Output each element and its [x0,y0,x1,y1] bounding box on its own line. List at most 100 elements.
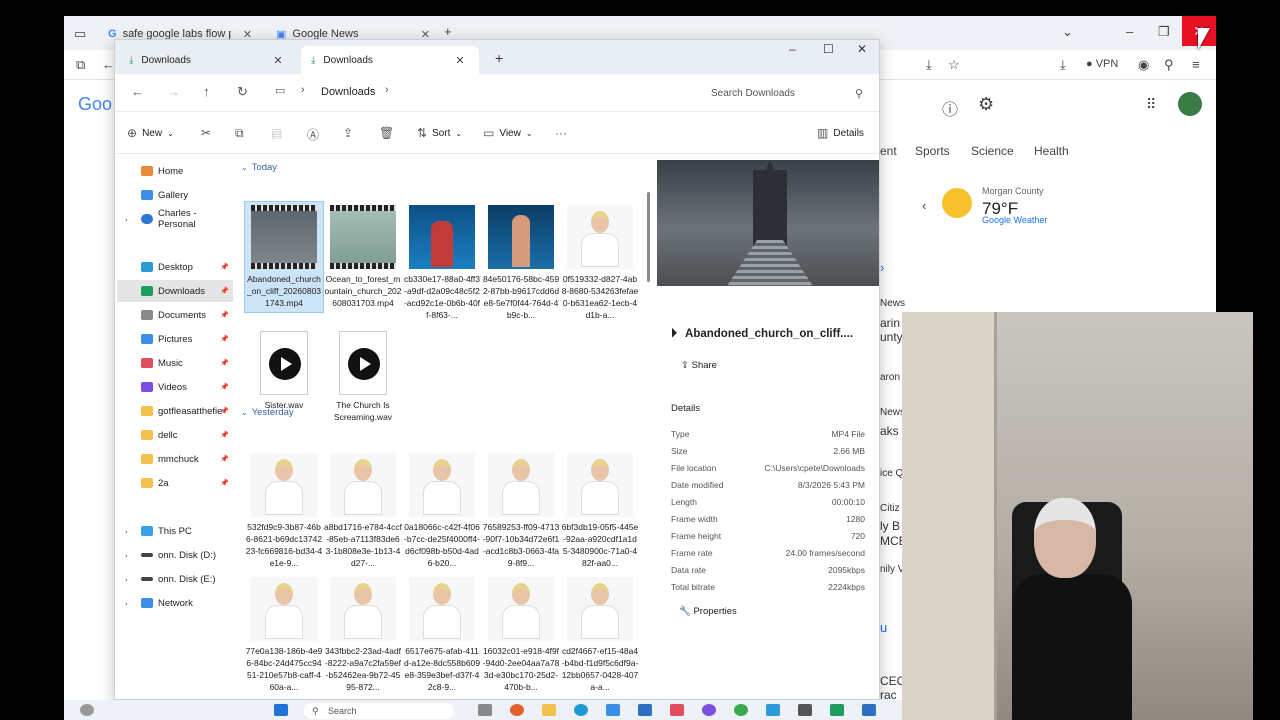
file-item[interactable]: cb330e17-88a0-4ff3-a9df-d2a09c48c5f2-acd… [403,202,481,324]
star-icon[interactable]: ☆ [948,57,960,73]
search-input[interactable]: Search Downloads ⚲ [703,80,871,106]
file-item[interactable]: 0f519332-d827-4ab8-8680-534263fefae0-b63… [561,202,639,324]
chevron-right-icon[interactable]: › [125,215,128,224]
chevron-right-icon[interactable]: › [880,260,884,275]
new-tab-icon[interactable]: + [444,24,452,39]
news-snippet[interactable]: u [880,620,887,635]
new-button[interactable]: ⊕ New ⌄ [127,126,174,140]
explorer-tab-downloads-1[interactable]: ⤓ Downloads ✕ [119,46,297,74]
chevron-right-icon[interactable]: › [385,84,389,96]
extensions-icon[interactable]: ⚲ [1164,57,1174,73]
sidebar-item-desktop[interactable]: Desktop 📌 [117,256,233,278]
file-item[interactable]: 76589253-ff09-4713-90f7-10b34d72e6f1-acd… [482,450,560,572]
sidebar-item-disk-e[interactable]: › onn. Disk (E:) [117,568,233,590]
widgets-icon[interactable] [80,704,94,716]
taskbar-search[interactable]: ⚲ Search [304,703,454,719]
refresh-icon[interactable]: ↻ [237,84,248,100]
forward-icon[interactable]: → [167,84,180,99]
file-item[interactable]: Abandoned_church_on_cliff_202608031743.m… [244,201,324,313]
app-icon[interactable] [830,704,844,716]
sidebar-item-folder[interactable]: dellc 📌 [117,424,233,446]
up-icon[interactable]: ↑ [203,84,210,99]
news-snippet[interactable]: aks [880,424,899,438]
file-item[interactable]: 16032c01-e918-4f9f-94d0-2ee04aa7a783d-e3… [482,574,560,696]
news-snippet[interactable]: unty [880,330,903,344]
news-snippet[interactable]: nily V [880,564,904,575]
calendar-icon[interactable] [670,704,684,716]
news-snippet[interactable]: rac [880,688,897,700]
app-icon[interactable] [798,704,812,716]
new-tab-icon[interactable]: + [495,50,503,66]
paste-button[interactable]: ▤ [271,126,282,140]
chevron-right-icon[interactable]: › [125,599,128,608]
close-icon[interactable]: ✕ [455,54,464,67]
more-button[interactable]: ··· [555,126,567,140]
sidebar-item-gallery[interactable]: Gallery [117,184,233,206]
file-item[interactable]: The Church Is Screaming.wav [324,328,402,424]
vertical-scrollbar[interactable] [647,192,650,282]
chevron-right-icon[interactable]: › [125,575,128,584]
sidebar-item-videos[interactable]: Videos 📌 [117,376,233,398]
file-item[interactable]: Ocean_to_forest_mountain_church_20260803… [324,202,402,324]
chrome-icon[interactable] [734,704,748,716]
file-item[interactable]: 77e0a138-186b-4e96-84bc-24d475cc9451-210… [245,574,323,696]
download-icon[interactable]: ⤓ [1060,57,1066,73]
restore-icon[interactable]: ❐ [1158,24,1170,40]
sidebar-item-folder[interactable]: gotfleasatthefie 📌 [117,400,233,422]
sidebar-item-onedrive[interactable]: › Charles - Personal [117,208,233,230]
properties-button[interactable]: 🔧 Properties [679,606,737,617]
delete-button[interactable]: 🗑 [379,126,394,140]
news-snippet[interactable]: ly B [880,519,900,533]
sidebar-item-folder[interactable]: 2a 📌 [117,472,233,494]
store-icon[interactable] [606,704,620,716]
minimize-icon[interactable]: – [789,42,796,56]
app-icon[interactable] [638,704,652,716]
window-icon[interactable]: ⧉ [76,57,85,73]
close-icon[interactable]: ✕ [273,54,282,67]
news-snippet[interactable]: arin [880,316,900,330]
file-item[interactable]: a8bd1716-e784-4ccf-85eb-a7113f83de63-1b8… [324,450,402,572]
cut-button[interactable]: ✂ [201,126,211,140]
edge-icon[interactable] [574,704,588,716]
sidebar-item-downloads[interactable]: Downloads 📌 [117,280,233,302]
chevron-right-icon[interactable]: › [125,527,128,536]
vpn-badge[interactable]: ● VPN [1086,58,1118,70]
windows-start-icon[interactable] [274,704,288,716]
sidebar-item-network[interactable]: › Network [117,592,233,614]
news-nav-ent[interactable]: ent [880,144,897,158]
firefox-icon[interactable] [510,704,524,716]
file-item[interactable]: cd2f4667-ef15-48a4-b4bd-f1d9f5c6df9a-12b… [561,574,639,696]
sidebar-item-disk-d[interactable]: › onn. Disk (D:) [117,544,233,566]
file-item[interactable]: 343fbbc2-23ad-4adf-8222-a9a7c2fa59ef-b52… [324,574,402,696]
apps-grid-icon[interactable]: ⠿ [1146,96,1156,113]
chevron-left-icon[interactable]: ‹ [922,198,926,213]
breadcrumb[interactable]: Downloads [321,86,375,98]
file-item[interactable]: 6517e675-afab-411d-a12e-8dc558b609e8-359… [403,574,481,696]
sidebar-item-documents[interactable]: Documents 📌 [117,304,233,326]
sort-button[interactable]: ⇅ Sort ⌄ [417,126,462,140]
file-item[interactable]: 84e50176-58bc-4592-87bb-b9617cdd6de8-5e7… [482,202,560,324]
avatar[interactable] [1178,92,1202,116]
sidebar-item-home[interactable]: Home [117,160,233,182]
file-explorer-icon[interactable] [542,704,556,716]
tab-list-icon[interactable]: ▭ [74,26,86,42]
view-button[interactable]: ▭ View ⌄ [483,126,533,140]
file-item[interactable]: 6bf3db19-05f5-445e-92aa-a920cdf1a1d5-348… [561,450,639,572]
news-nav-sports[interactable]: Sports [915,144,950,158]
news-snippet[interactable]: News [880,298,905,309]
details-button[interactable]: ▥ Details [817,126,864,140]
notes-icon[interactable] [766,704,780,716]
install-icon[interactable]: ⤓ [926,57,932,73]
news-snippet[interactable]: aron [880,372,900,383]
back-icon[interactable]: ← [131,84,144,99]
explorer-tab-downloads-2[interactable]: ⤓ Downloads ✕ [301,46,479,74]
task-view-icon[interactable] [478,704,492,716]
sidebar-item-this-pc[interactable]: › This PC [117,520,233,542]
group-header-today[interactable]: ⌄ Today [241,162,277,173]
profile-icon[interactable]: ◉ [1138,57,1149,73]
maximize-icon[interactable]: ☐ [823,42,834,56]
share-button[interactable]: ⇪ Share [681,360,717,371]
news-nav-science[interactable]: Science [971,144,1014,158]
app-icon[interactable] [862,704,876,716]
chevron-down-icon[interactable]: ⌄ [1062,24,1073,40]
